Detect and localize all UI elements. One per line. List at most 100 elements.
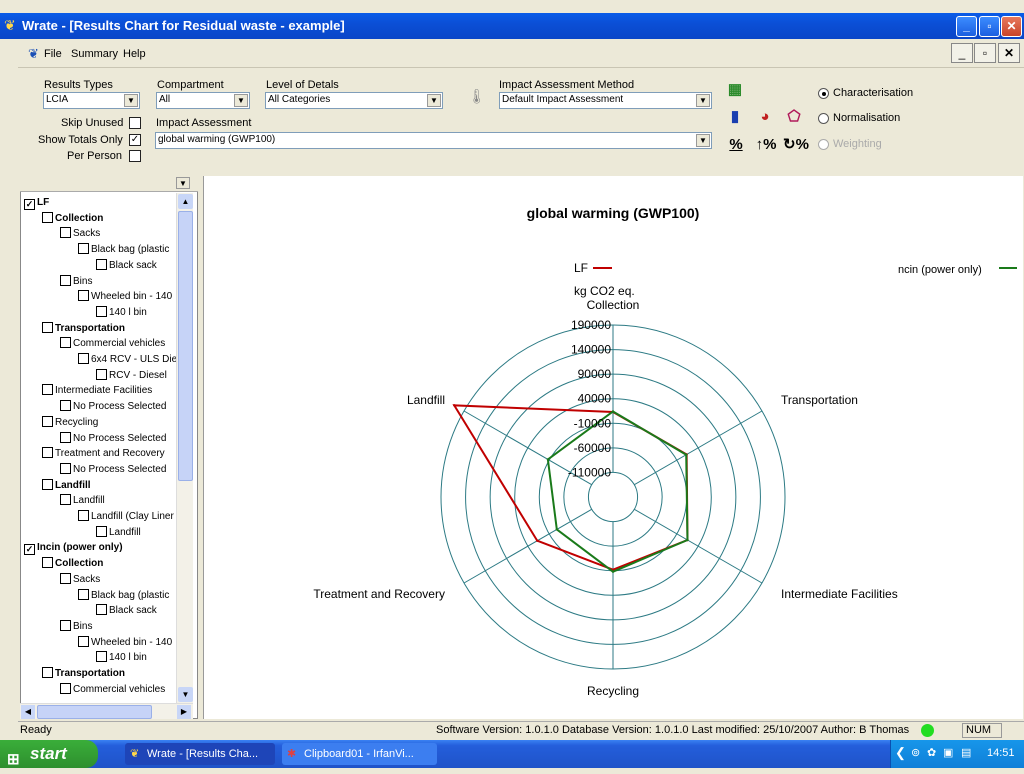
tree-node-checkbox[interactable] <box>60 462 71 474</box>
weighting-radio[interactable] <box>818 139 829 150</box>
tree-node[interactable]: ✓ Incin (power only) <box>24 541 123 556</box>
tree-node-checkbox[interactable] <box>78 290 89 302</box>
tree-node-checkbox[interactable]: ✓ <box>24 199 35 210</box>
per-person-checkbox[interactable] <box>129 150 141 162</box>
tree-node-checkbox[interactable] <box>60 494 71 506</box>
tree-node[interactable]: Wheeled bin - 140 <box>78 635 172 651</box>
show-totals-checkbox[interactable]: ✓ <box>129 134 141 146</box>
normalisation-radio[interactable] <box>818 113 829 124</box>
taskbar-wrate[interactable]: ❦ Wrate - [Results Cha... <box>125 743 275 765</box>
tree-node[interactable]: Landfill <box>96 525 141 541</box>
tree-node-checkbox[interactable] <box>96 258 107 270</box>
tree-node[interactable]: Landfill <box>42 478 91 494</box>
impact-method-select[interactable]: Default Impact Assessment ▼ <box>499 92 712 109</box>
tree-node-checkbox[interactable] <box>60 227 71 239</box>
results-types-select[interactable]: LCIA ▼ <box>43 92 140 109</box>
skip-unused-checkbox[interactable] <box>129 117 141 129</box>
tree-node[interactable]: No Process Selected <box>60 462 166 478</box>
tree-node-checkbox[interactable] <box>96 604 107 616</box>
tree-node[interactable]: Black bag (plastic <box>78 243 169 258</box>
chevron-down-icon[interactable]: ▼ <box>176 177 190 189</box>
compartment-select[interactable]: All ▼ <box>156 92 250 109</box>
tree-node-checkbox[interactable] <box>60 274 71 286</box>
tree-node[interactable]: Transportation <box>42 667 125 682</box>
tree-node[interactable]: RCV - Diesel <box>96 368 167 384</box>
start-button[interactable]: ⊞ start <box>0 740 98 768</box>
tree-node-checkbox[interactable] <box>60 619 71 631</box>
tray-monitor-icon[interactable]: ▤ <box>961 746 971 759</box>
tree-node[interactable]: 140 l bin <box>96 305 147 321</box>
hscroll-thumb[interactable] <box>37 705 152 719</box>
tree-node-checkbox[interactable] <box>42 557 53 569</box>
tree-vertical-scrollbar[interactable]: ▲ ▼ <box>176 193 193 703</box>
tree-node-checkbox[interactable] <box>42 667 53 678</box>
tree-node[interactable]: ✓ LF <box>24 196 49 211</box>
tree-node[interactable]: Bins <box>60 274 92 290</box>
menu-help[interactable]: Help <box>123 48 146 60</box>
tree-node-checkbox[interactable] <box>96 651 107 663</box>
bar-chart-icon[interactable]: ▮ <box>725 107 745 127</box>
tree-node[interactable]: No Process Selected <box>60 431 166 447</box>
taskbar-irfanview[interactable]: ✱ Clipboard01 - IrfanVi... <box>282 743 437 765</box>
tree-node-checkbox[interactable] <box>96 368 107 380</box>
tree-node-checkbox[interactable] <box>78 635 89 647</box>
tree-node[interactable]: Sacks <box>60 572 100 588</box>
tree-node[interactable]: Wheeled bin - 140 <box>78 290 172 305</box>
percent-icon[interactable]: % <box>726 135 746 155</box>
tree-node-checkbox[interactable] <box>60 431 71 443</box>
tree-node[interactable]: Commercial vehicles <box>60 682 165 698</box>
scroll-left-button[interactable]: ◀ <box>21 705 35 719</box>
wrate-app-icon[interactable]: ❦ <box>4 17 16 34</box>
tree-node-checkbox[interactable] <box>60 572 71 584</box>
tree-node-checkbox[interactable] <box>42 384 53 396</box>
child-restore-button[interactable]: ▫ <box>974 43 996 63</box>
pie-chart-icon[interactable]: ◕ <box>755 107 775 127</box>
tree-node[interactable]: Collection <box>42 211 103 227</box>
tree-node-checkbox[interactable] <box>96 305 107 317</box>
scroll-right-button[interactable]: ▶ <box>177 705 191 719</box>
menu-summary[interactable]: Summary <box>71 48 118 60</box>
tree-node[interactable]: Landfill <box>60 494 105 509</box>
tree-node-checkbox[interactable] <box>60 337 71 349</box>
table-view-icon[interactable]: ▦ <box>725 80 745 100</box>
tree-node[interactable]: Sacks <box>60 227 100 242</box>
tray-expand-icon[interactable]: ❮ <box>895 745 906 761</box>
tree-node-checkbox[interactable] <box>78 353 89 364</box>
impact-assessment-select[interactable]: global warming (GWP100) ▼ <box>155 132 712 149</box>
tray-tools-icon[interactable]: ✿ <box>927 746 936 759</box>
tree-node[interactable]: Black bag (plastic <box>78 588 169 604</box>
characterisation-radio[interactable] <box>818 88 829 99</box>
tree-node-checkbox[interactable]: ✓ <box>24 544 35 556</box>
radar-chart-icon[interactable]: ⬠ <box>784 107 804 127</box>
tree-node-checkbox[interactable] <box>42 415 53 427</box>
tree-node-checkbox[interactable] <box>96 525 107 537</box>
tree-node-checkbox[interactable] <box>60 682 71 694</box>
tray-display-icon[interactable]: ▣ <box>943 746 953 759</box>
close-button[interactable]: ✕ <box>1001 16 1022 37</box>
scroll-up-button[interactable]: ▲ <box>178 194 193 209</box>
tree-node[interactable]: Landfill (Clay Liner <box>78 510 174 525</box>
level-of-details-select[interactable]: All Categories ▼ <box>265 92 443 109</box>
tree-node[interactable]: Intermediate Facilities <box>42 384 152 399</box>
tree-node[interactable]: Collection <box>42 557 103 572</box>
tree-node[interactable]: Black sack <box>96 258 157 274</box>
child-minimize-button[interactable]: _ <box>951 43 973 63</box>
tree-node[interactable]: Black sack <box>96 604 157 619</box>
percent-cycle-icon[interactable]: ↻% <box>783 135 809 155</box>
tree-node-checkbox[interactable] <box>60 400 71 412</box>
tree-node-checkbox[interactable] <box>42 478 53 490</box>
tree-node[interactable]: Transportation <box>42 321 125 337</box>
tree-node[interactable]: Bins <box>60 619 92 635</box>
tree-node[interactable]: Commercial vehicles <box>60 337 165 352</box>
tree-node[interactable]: 6x4 RCV - ULS Die <box>78 353 177 368</box>
child-close-button[interactable]: ✕ <box>998 43 1020 63</box>
tree-node-checkbox[interactable] <box>42 211 53 223</box>
tree-horizontal-scrollbar[interactable]: ◀ ▶ <box>20 703 193 719</box>
title-bar[interactable]: ❦ Wrate - [Results Chart for Residual wa… <box>0 13 1024 39</box>
tree-node[interactable]: 140 l bin <box>96 651 147 666</box>
scroll-thumb[interactable] <box>178 211 193 481</box>
process-tree[interactable]: ✓ LF Collection Sacks Black bag (plastic Blac… <box>20 176 198 719</box>
menu-file[interactable]: File <box>44 48 62 60</box>
percent-up-icon[interactable]: ↑% <box>753 135 779 155</box>
tree-node[interactable]: No Process Selected <box>60 400 166 415</box>
